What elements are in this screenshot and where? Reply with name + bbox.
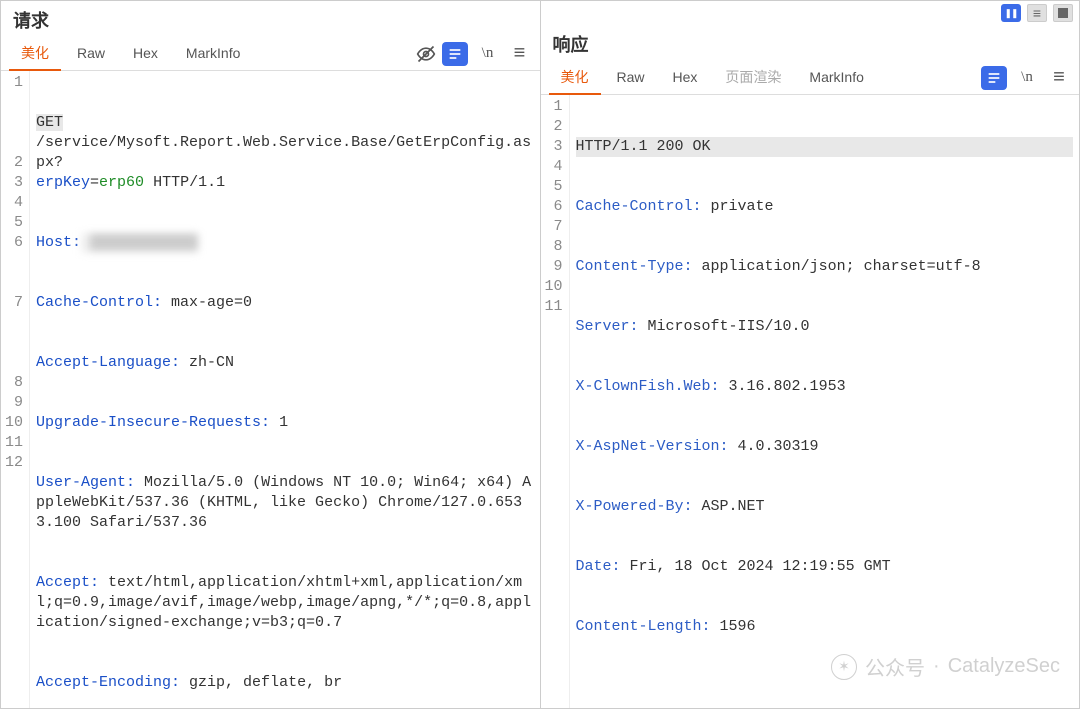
menu-icon[interactable]: ≡ — [508, 42, 532, 66]
main-container: 请求 美化 Raw Hex MarkInfo \n ≡ 1 2 3 4 5 6 — [0, 0, 1080, 709]
tab-markinfo-resp[interactable]: MarkInfo — [797, 63, 875, 93]
wrap-icon-resp[interactable] — [981, 66, 1007, 90]
response-code[interactable]: HTTP/1.1 200 OK Cache-Control: private C… — [570, 95, 1079, 708]
newline-icon-resp[interactable]: \n — [1015, 66, 1039, 90]
response-title: 响应 — [541, 25, 1080, 61]
status-line: HTTP/1.1 200 OK — [576, 137, 1073, 157]
tab-raw-resp[interactable]: Raw — [605, 63, 657, 93]
tab-render-resp[interactable]: 页面渲染 — [713, 61, 793, 95]
newline-icon[interactable]: \n — [476, 42, 500, 66]
request-code-area[interactable]: 1 2 3 4 5 6 7 8 9 10 11 12 GET/service/M… — [1, 71, 540, 708]
top-controls: ≡ — [541, 1, 1080, 25]
visibility-off-icon[interactable] — [414, 42, 438, 66]
request-pane: 请求 美化 Raw Hex MarkInfo \n ≡ 1 2 3 4 5 6 — [1, 1, 541, 708]
request-code[interactable]: GET/service/Mysoft.Report.Web.Service.Ba… — [30, 71, 539, 708]
request-title: 请求 — [1, 1, 540, 37]
tab-raw[interactable]: Raw — [65, 39, 117, 69]
pause-button[interactable] — [1001, 4, 1021, 22]
tab-hex[interactable]: Hex — [121, 39, 170, 69]
response-tab-row: 美化 Raw Hex 页面渲染 MarkInfo \n ≡ — [541, 61, 1080, 95]
request-line-host: Host: ████████████ — [36, 233, 533, 253]
request-gutter: 1 2 3 4 5 6 7 8 9 10 11 12 — [1, 71, 30, 708]
request-line-1: GET/service/Mysoft.Report.Web.Service.Ba… — [36, 113, 533, 193]
tab-markinfo[interactable]: MarkInfo — [174, 39, 252, 69]
wrap-icon[interactable] — [442, 42, 468, 66]
tab-beautify-resp[interactable]: 美化 — [549, 61, 601, 95]
control-button-2[interactable] — [1053, 4, 1073, 22]
response-code-area[interactable]: 1 2 3 4 5 6 7 8 9 10 11 HTTP/1.1 200 OK … — [541, 95, 1080, 708]
response-gutter: 1 2 3 4 5 6 7 8 9 10 11 — [541, 95, 570, 708]
response-pane: ≡ 响应 美化 Raw Hex 页面渲染 MarkInfo \n ≡ 1 2 3… — [541, 1, 1080, 708]
tab-beautify[interactable]: 美化 — [9, 37, 61, 71]
tab-hex-resp[interactable]: Hex — [661, 63, 710, 93]
request-tab-row: 美化 Raw Hex MarkInfo \n ≡ — [1, 37, 540, 71]
control-button-1[interactable]: ≡ — [1027, 4, 1047, 22]
menu-icon-resp[interactable]: ≡ — [1047, 66, 1071, 90]
